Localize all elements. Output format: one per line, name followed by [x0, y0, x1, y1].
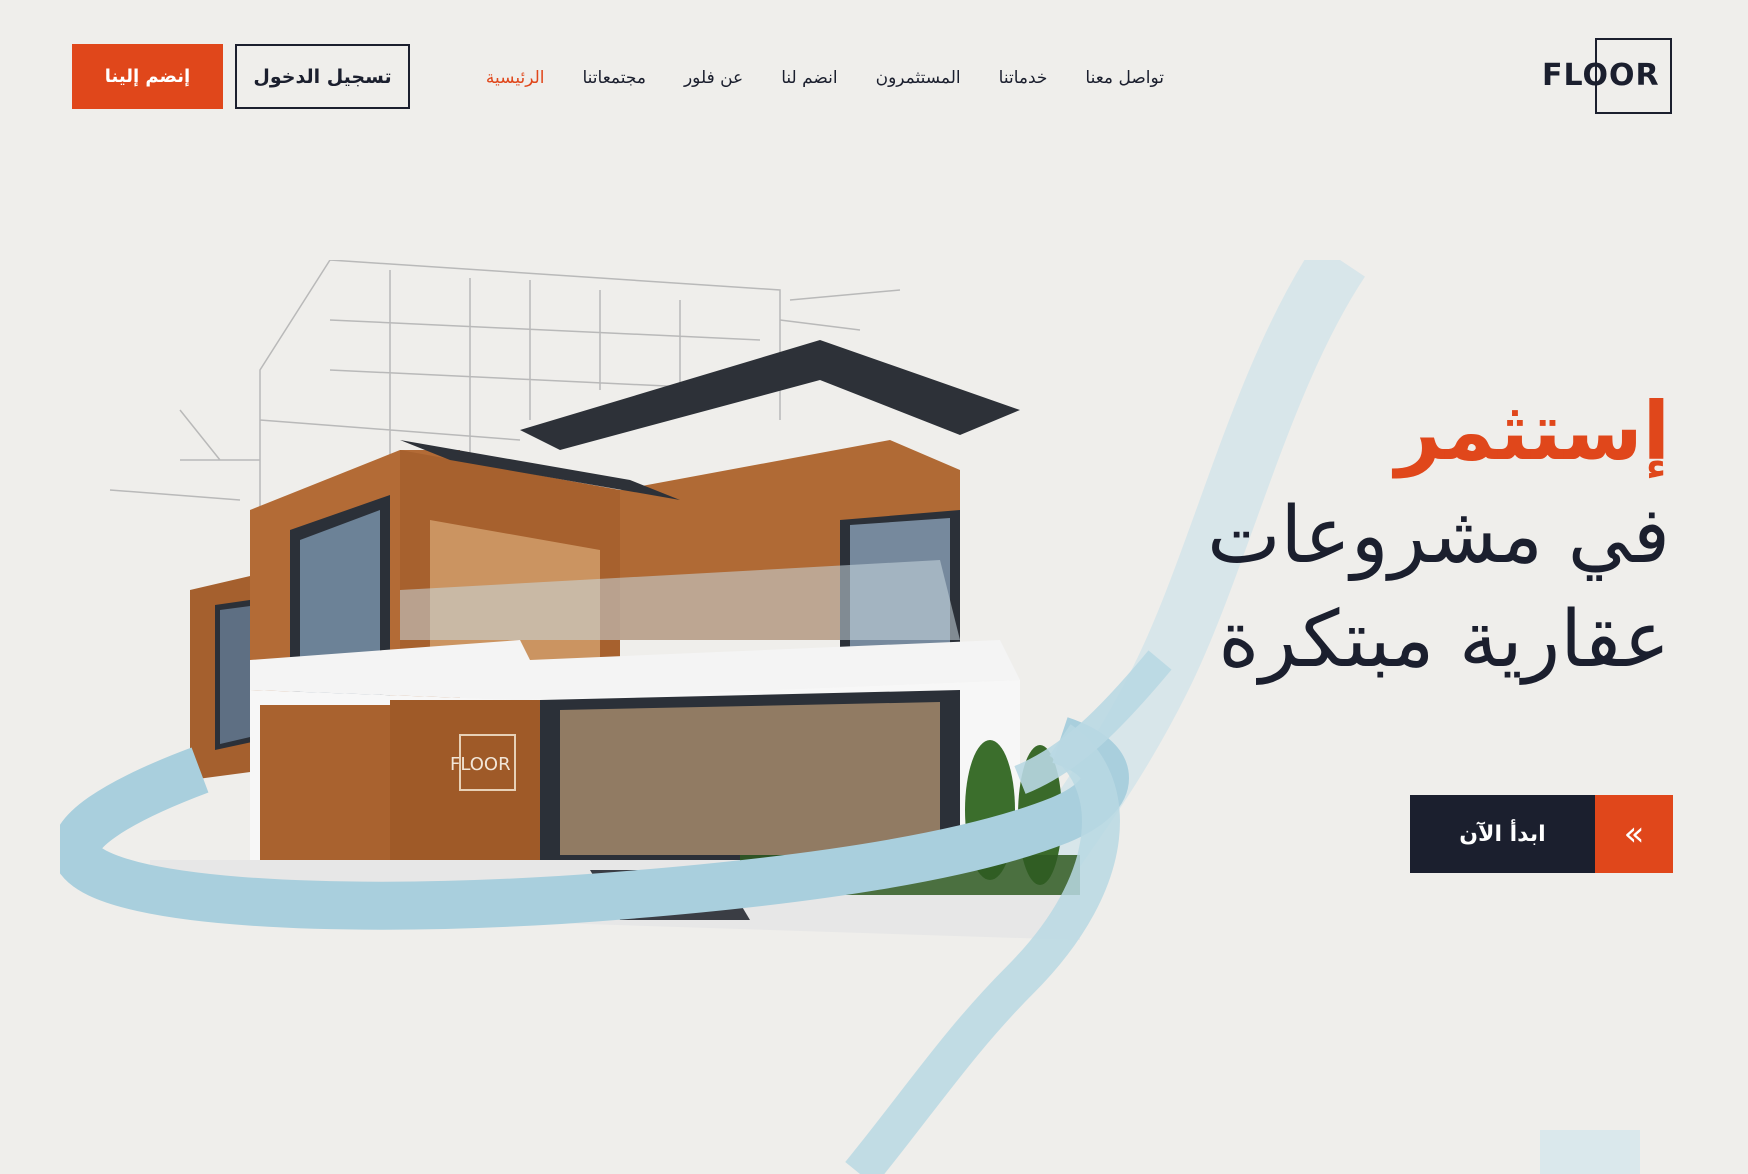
nav-item-communities[interactable]: مجتمعاتنا: [582, 68, 645, 88]
floor-logo[interactable]: FLOOR: [1542, 38, 1672, 114]
nav-item-home[interactable]: الرئيسية: [486, 68, 545, 88]
bottom-swoosh-fragment: [1540, 1130, 1640, 1174]
nav-item-join-us[interactable]: انضم لنا: [781, 68, 837, 88]
logo-text: FLOOR: [1542, 58, 1660, 93]
site-header: FLOOR الرئيسية مجتمعاتنا عن فلور انضم لن…: [0, 0, 1748, 160]
headline-line-2: في مشروعات: [1207, 491, 1670, 581]
hero-headline: إستثمر في مشروعات عقارية مبتكرة: [1030, 380, 1670, 692]
nav-item-about[interactable]: عن فلور: [684, 68, 743, 88]
join-button[interactable]: إنضم إلينا: [72, 44, 223, 109]
upper-roof: [520, 340, 1020, 450]
nav-item-investors[interactable]: المستثمرون: [876, 68, 961, 88]
nav-item-services[interactable]: خدماتنا: [999, 68, 1048, 88]
headline-accent-word: إستثمر: [1395, 385, 1670, 478]
login-button[interactable]: تسجيل الدخول: [235, 44, 410, 109]
start-now-label[interactable]: ابدأ الآن: [1410, 795, 1595, 873]
building-sign-text: FLOOR: [450, 754, 511, 775]
nav-item-contact[interactable]: تواصل معنا: [1085, 68, 1164, 88]
main-nav: الرئيسية مجتمعاتنا عن فلور انضم لنا المس…: [486, 60, 1164, 96]
start-now-button[interactable]: ابدأ الآن «: [1410, 795, 1673, 873]
double-chevron-left-icon[interactable]: «: [1595, 795, 1673, 873]
headline-line-3: عقارية مبتكرة: [1218, 595, 1670, 685]
